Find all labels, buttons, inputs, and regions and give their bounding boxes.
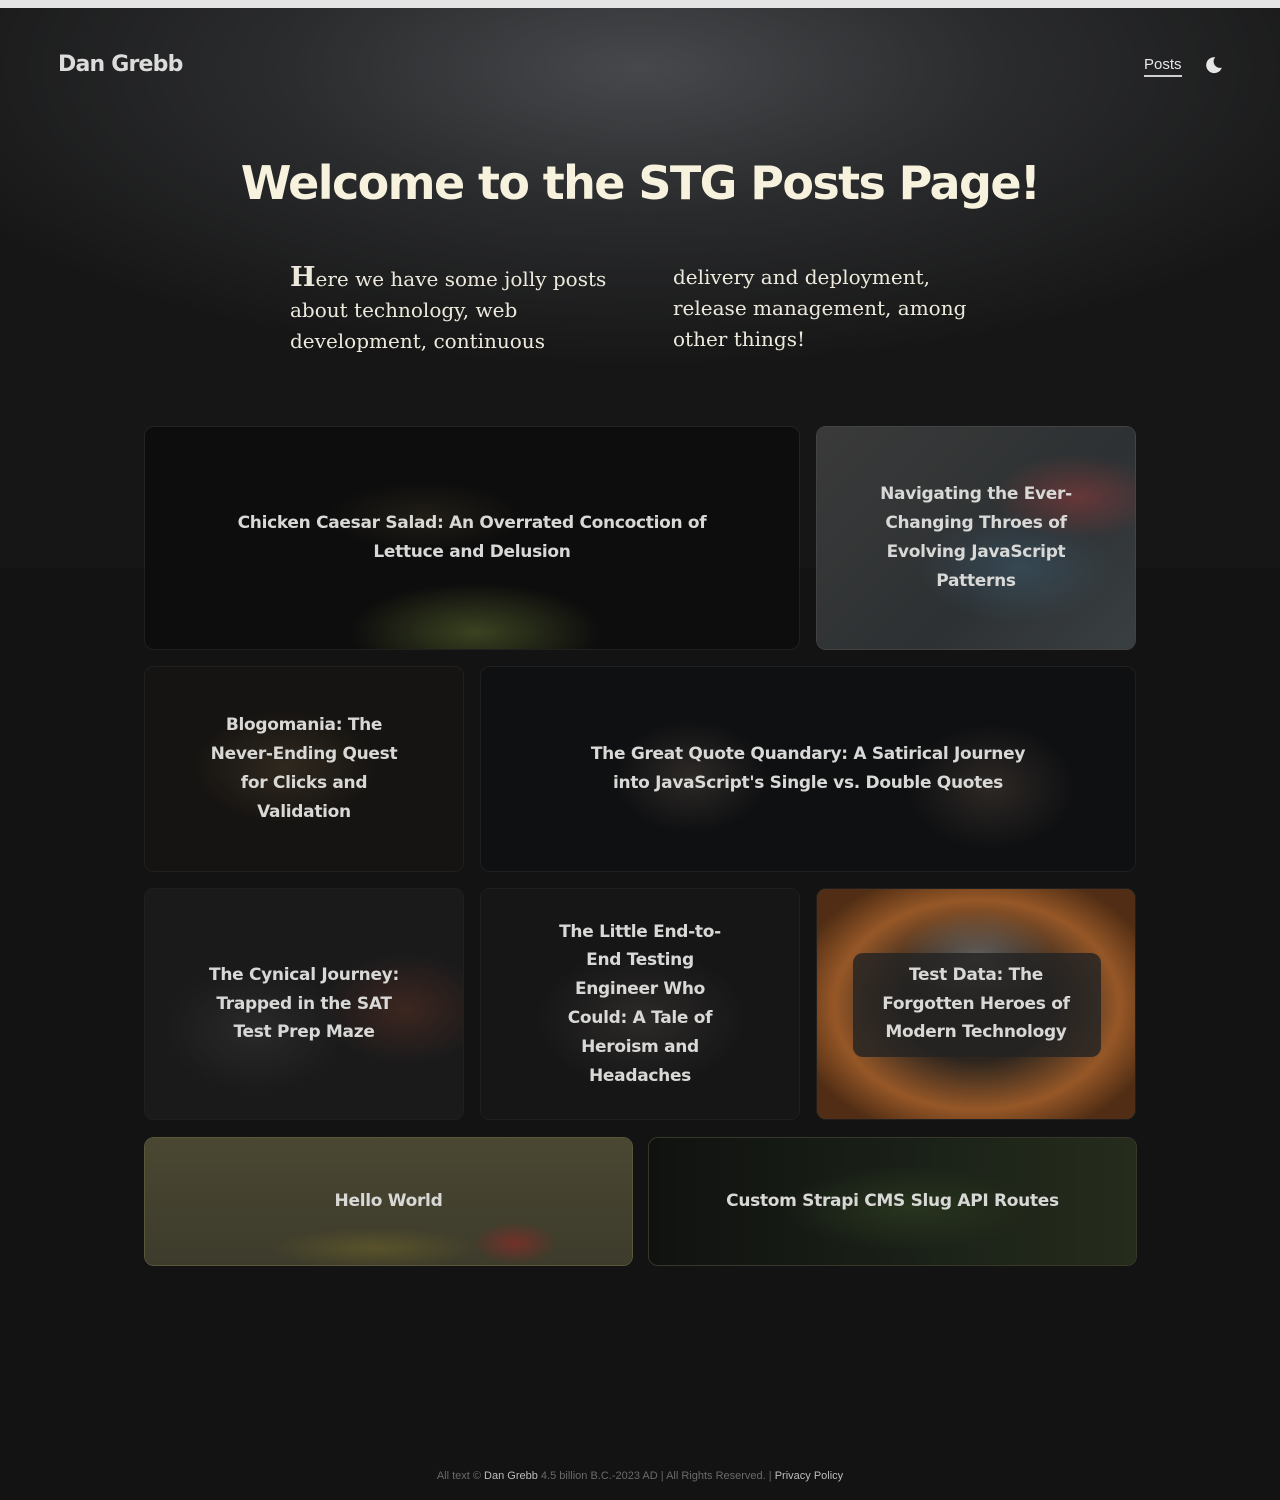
site-brand[interactable]: Dan Grebb [58, 52, 183, 77]
post-card[interactable]: Chicken Caesar Salad: An Overrated Conco… [144, 426, 800, 650]
site-header: Dan Grebb Posts [58, 50, 1222, 84]
post-card[interactable]: The Great Quote Quandary: A Satirical Jo… [480, 666, 1136, 872]
privacy-policy-link[interactable]: Privacy Policy [775, 1470, 843, 1482]
intro-paragraph: Here we have some jolly posts about tech… [290, 262, 967, 353]
page-title: Welcome to the STG Posts Page! [240, 156, 1041, 210]
footer-author: Dan Grebb [484, 1470, 538, 1482]
browser-top-strip [0, 0, 1280, 8]
post-card[interactable]: The Little End-to-End Testing Engineer W… [480, 888, 800, 1120]
post-card[interactable]: Blogomania: The Never-Ending Quest for C… [144, 666, 464, 872]
post-card-title: Custom Strapi CMS Slug API Routes [726, 1191, 1059, 1212]
post-card-title: Hello World [334, 1191, 443, 1212]
post-card-title: Navigating the Ever-Changing Throes of E… [880, 484, 1072, 591]
post-card-title: The Cynical Journey: Trapped in the SAT … [209, 964, 399, 1043]
post-card[interactable]: Hello World [144, 1137, 633, 1266]
post-card[interactable]: Navigating the Ever-Changing Throes of E… [816, 426, 1136, 650]
site-footer: All text © Dan Grebb 4.5 billion B.C.-20… [0, 1470, 1280, 1482]
moon-icon [1206, 57, 1222, 74]
post-card-title: Test Data: The Forgotten Heroes of Moder… [882, 964, 1070, 1043]
footer-rights: 4.5 billion B.C.-2023 AD | All Rights Re… [540, 1470, 772, 1482]
footer-copyright: All text © [436, 1470, 481, 1482]
post-card-title: Chicken Caesar Salad: An Overrated Conco… [237, 513, 707, 562]
post-card[interactable]: Test Data: The Forgotten Heroes of Moder… [816, 888, 1136, 1120]
post-card-title: The Great Quote Quandary: A Satirical Jo… [590, 744, 1026, 793]
theme-toggle-button[interactable] [1204, 55, 1224, 75]
post-card[interactable]: Custom Strapi CMS Slug API Routes [648, 1137, 1137, 1266]
post-card[interactable]: The Cynical Journey: Trapped in the SAT … [144, 888, 464, 1120]
post-card-title: The Little End-to-End Testing Engineer W… [559, 921, 721, 1086]
nav-posts-link[interactable]: Posts [1144, 56, 1182, 77]
post-card-title: Blogomania: The Never-Ending Quest for C… [210, 715, 398, 822]
